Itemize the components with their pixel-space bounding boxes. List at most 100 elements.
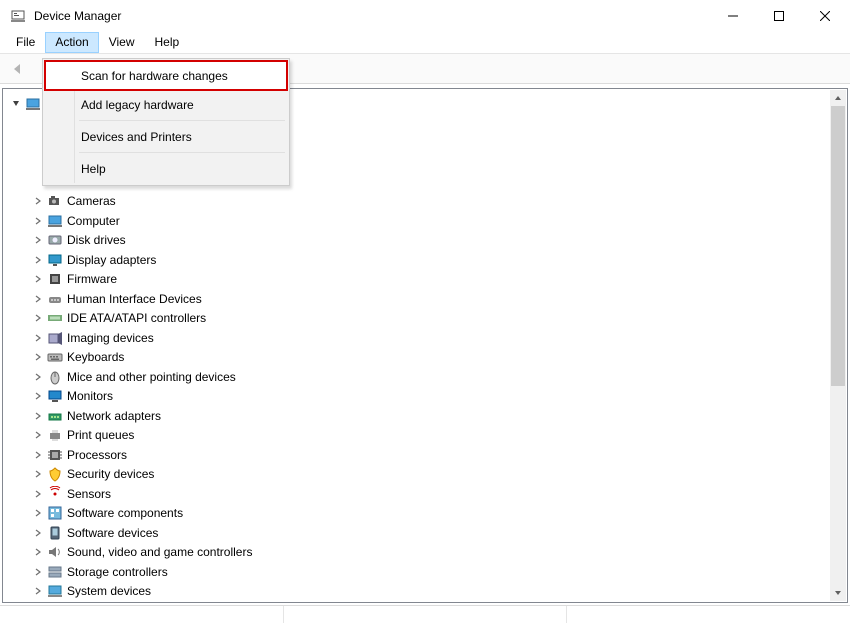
chevron-right-icon[interactable] — [31, 545, 45, 559]
statusbar — [0, 605, 850, 623]
tree-node[interactable]: Cameras — [3, 192, 847, 212]
chevron-right-icon[interactable] — [31, 448, 45, 462]
tree-node[interactable]: Human Interface Devices — [3, 289, 847, 309]
chevron-right-icon[interactable] — [31, 467, 45, 481]
menu-item-label: Scan for hardware changes — [81, 69, 228, 83]
tree-node[interactable]: Imaging devices — [3, 328, 847, 348]
tree-node-label: Processors — [67, 448, 127, 462]
tree-node-label: Firmware — [67, 272, 117, 286]
tree-node-label: Cameras — [67, 194, 116, 208]
dropdown-separator — [79, 120, 285, 121]
close-button[interactable] — [802, 2, 848, 30]
tree-node-label: Sound, video and game controllers — [67, 545, 252, 559]
minimize-button[interactable] — [710, 2, 756, 30]
titlebar: Device Manager — [0, 0, 850, 32]
tree-node[interactable]: Computer — [3, 211, 847, 231]
tree-node[interactable]: IDE ATA/ATAPI controllers — [3, 309, 847, 329]
tree-node-label: Software devices — [67, 526, 158, 540]
mouse-icon — [47, 369, 63, 385]
tree-node[interactable]: Keyboards — [3, 348, 847, 368]
menubar: File Action View Help — [0, 32, 850, 54]
tree-node[interactable]: Storage controllers — [3, 562, 847, 582]
chevron-right-icon[interactable] — [31, 194, 45, 208]
chevron-right-icon[interactable] — [31, 487, 45, 501]
menu-add-legacy[interactable]: Add legacy hardware — [45, 90, 287, 119]
tree-node[interactable]: Software devices — [3, 523, 847, 543]
swdev-icon — [47, 525, 63, 541]
tree-node[interactable]: Print queues — [3, 426, 847, 446]
chevron-right-icon[interactable] — [31, 350, 45, 364]
tree-node[interactable]: Security devices — [3, 465, 847, 485]
sound-icon — [47, 544, 63, 560]
menu-devices-printers[interactable]: Devices and Printers — [45, 122, 287, 151]
tree-node-label: Print queues — [67, 428, 134, 442]
security-icon — [47, 466, 63, 482]
tree-node-label: Mice and other pointing devices — [67, 370, 236, 384]
menu-view[interactable]: View — [99, 32, 145, 53]
tree-node[interactable]: Disk drives — [3, 231, 847, 251]
scroll-down-button[interactable] — [830, 585, 846, 601]
window-buttons — [710, 2, 848, 30]
tree-node-label: Monitors — [67, 389, 113, 403]
tree-node[interactable]: Processors — [3, 445, 847, 465]
menu-help[interactable]: Help — [145, 32, 190, 53]
tree-node[interactable]: Firmware — [3, 270, 847, 290]
tree-node[interactable]: Sensors — [3, 484, 847, 504]
chevron-right-icon[interactable] — [31, 584, 45, 598]
chip-icon — [47, 271, 63, 287]
chevron-right-icon[interactable] — [31, 370, 45, 384]
chevron-right-icon[interactable] — [31, 526, 45, 540]
chevron-right-icon[interactable] — [31, 409, 45, 423]
tree-node-label: Disk drives — [67, 233, 126, 247]
scroll-up-button[interactable] — [830, 90, 846, 106]
vertical-scrollbar[interactable] — [830, 90, 846, 601]
tree-node[interactable]: Display adapters — [3, 250, 847, 270]
tree-node-label: Network adapters — [67, 409, 161, 423]
tree-node[interactable]: Sound, video and game controllers — [3, 543, 847, 563]
network-icon — [47, 408, 63, 424]
chevron-right-icon[interactable] — [31, 214, 45, 228]
chevron-right-icon[interactable] — [31, 331, 45, 345]
tree-node-label: Human Interface Devices — [67, 292, 202, 306]
disk-icon — [47, 232, 63, 248]
tree-node-label: Display adapters — [67, 253, 156, 267]
swcomp-icon — [47, 505, 63, 521]
tree-node[interactable]: Mice and other pointing devices — [3, 367, 847, 387]
tree-node[interactable]: Monitors — [3, 387, 847, 407]
action-dropdown: Scan for hardware changes Add legacy har… — [42, 58, 290, 186]
chevron-right-icon[interactable] — [31, 233, 45, 247]
menu-help-item[interactable]: Help — [45, 154, 287, 183]
tree-node[interactable]: Universal Serial Bus controllers — [3, 601, 847, 602]
chevron-right-icon[interactable] — [31, 428, 45, 442]
chevron-down-icon[interactable] — [9, 97, 23, 111]
chevron-right-icon[interactable] — [31, 389, 45, 403]
system-icon — [47, 583, 63, 599]
chevron-right-icon[interactable] — [31, 292, 45, 306]
maximize-button[interactable] — [756, 2, 802, 30]
tree-node[interactable]: Network adapters — [3, 406, 847, 426]
menu-item-label: Devices and Printers — [81, 130, 192, 144]
menu-scan-hardware[interactable]: Scan for hardware changes — [45, 61, 287, 90]
back-button[interactable] — [6, 57, 30, 81]
menu-item-label: Add legacy hardware — [81, 98, 194, 112]
hid-icon — [47, 291, 63, 307]
menu-file[interactable]: File — [6, 32, 45, 53]
camera-icon — [47, 193, 63, 209]
chevron-right-icon[interactable] — [31, 311, 45, 325]
printer-icon — [47, 427, 63, 443]
tree-node[interactable]: System devices — [3, 582, 847, 602]
keyboard-icon — [47, 349, 63, 365]
tree-node-label: Sensors — [67, 487, 111, 501]
chevron-right-icon[interactable] — [31, 506, 45, 520]
tree-node-label: Computer — [67, 214, 120, 228]
scroll-thumb[interactable] — [831, 106, 845, 386]
tree-node[interactable]: Software components — [3, 504, 847, 524]
tree-node-label: Storage controllers — [67, 565, 168, 579]
chevron-right-icon[interactable] — [31, 565, 45, 579]
tree-node-label: Software components — [67, 506, 183, 520]
chevron-right-icon[interactable] — [31, 253, 45, 267]
menu-action[interactable]: Action — [45, 32, 98, 53]
chevron-right-icon[interactable] — [31, 272, 45, 286]
monitor-icon — [47, 388, 63, 404]
tree-node-label: IDE ATA/ATAPI controllers — [67, 311, 206, 325]
